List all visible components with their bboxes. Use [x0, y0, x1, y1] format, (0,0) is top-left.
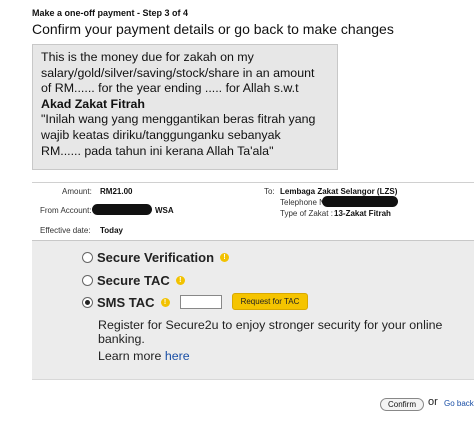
page-heading: Confirm your payment details or go back …: [32, 21, 394, 37]
verification-options-panel: Secure Verification ! Secure TAC ! SMS T…: [32, 240, 474, 380]
zakat-type-label: Type of Zakat :: [280, 209, 333, 218]
radio-sms-tac[interactable]: [82, 297, 93, 308]
redaction-mark: [322, 196, 398, 207]
note-line: salary/gold/silver/saving/stock/share in…: [41, 65, 315, 80]
zakat-note-box: This is the money due for zakah on my sa…: [32, 44, 338, 170]
payment-details-panel: Amount: RM21.00 From Account: WSA Effect…: [32, 182, 474, 241]
note-line: This is the money due for zakah on my: [41, 50, 254, 64]
info-icon[interactable]: !: [160, 298, 170, 307]
option-secure-tac[interactable]: Secure TAC !: [82, 273, 185, 288]
effective-date-value: Today: [100, 226, 123, 235]
option-label: Secure Verification: [97, 250, 215, 265]
note-line: wajib keatas diriku/tanggunganku sebanya…: [41, 127, 281, 142]
info-icon[interactable]: !: [220, 253, 230, 262]
effective-date-label: Effective date:: [40, 226, 91, 235]
note-heading: Akad Zakat Fitrah: [41, 96, 145, 111]
to-label: To:: [264, 187, 275, 196]
request-tac-button[interactable]: Request for TAC: [232, 293, 308, 310]
go-back-link[interactable]: Go back: [444, 399, 474, 408]
zakat-type-value: 13-Zakat Fitrah: [334, 209, 391, 218]
info-icon[interactable]: !: [175, 276, 185, 285]
or-text: or: [428, 396, 438, 408]
option-label: SMS TAC: [97, 295, 155, 310]
payee-name: Lembaga Zakat Selangor (LZS): [280, 187, 398, 196]
radio-secure-verification[interactable]: [82, 252, 93, 263]
radio-secure-tac[interactable]: [82, 275, 93, 286]
telephone-label: Telephone N: [280, 198, 325, 207]
note-line: RM...... pada tahun ini kerana Allah Ta'…: [41, 143, 274, 158]
learn-more-line: Learn more here: [98, 349, 190, 363]
step-title: Make a one-off payment - Step 3 of 4: [32, 8, 189, 18]
learn-more-text: Learn more: [98, 349, 162, 363]
tac-input[interactable]: [180, 295, 222, 309]
secure2u-promo-text: Register for Secure2u to enjoy stronger …: [98, 318, 443, 346]
option-sms-tac[interactable]: SMS TAC !: [82, 295, 170, 310]
from-account-value: WSA: [155, 206, 174, 215]
redaction-mark: [92, 204, 152, 215]
confirm-button[interactable]: Confirm: [380, 398, 424, 411]
from-account-label: From Account:: [40, 206, 92, 215]
learn-more-link[interactable]: here: [165, 349, 190, 363]
note-line: "Inilah wang yang menggantikan beras fit…: [41, 112, 316, 127]
option-secure-verification[interactable]: Secure Verification !: [82, 250, 230, 265]
amount-value: RM21.00: [100, 187, 133, 196]
amount-label: Amount:: [62, 187, 92, 196]
note-line: of RM...... for the year ending ..... fo…: [41, 81, 299, 96]
option-label: Secure TAC: [97, 273, 170, 288]
